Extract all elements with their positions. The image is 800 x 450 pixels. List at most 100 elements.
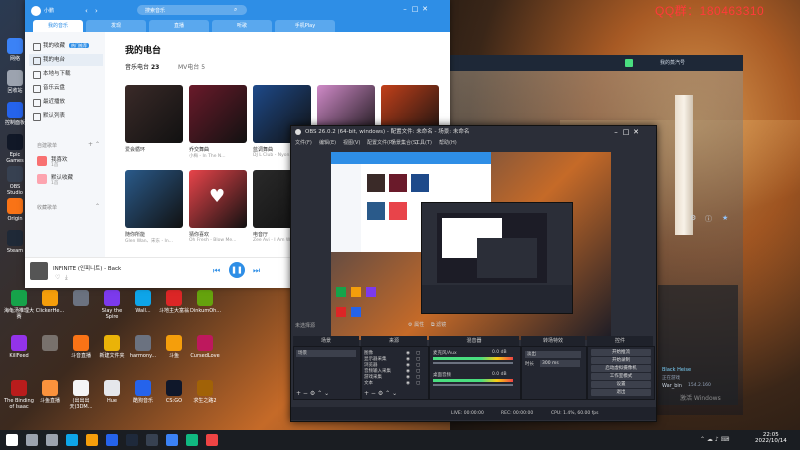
music-taskbar-icon[interactable] [106,434,118,446]
game-taskbar-icon[interactable] [206,434,218,446]
sidebar-item[interactable]: 最近播放 [29,96,103,108]
steam-friends-panel[interactable]: Black Heise 正在游戏 War_bin 154.2.160 [658,285,738,405]
radio-card[interactable]: ♥ 猜你喜欢 Oh Fresh - Blow Me... [189,170,247,250]
close-icon[interactable]: ✕ [631,126,641,138]
obs-menu-item[interactable]: 工具(T) [415,138,432,149]
radio-card[interactable]: 随你所能 Glen Wan、宋东 - In... [125,170,183,250]
avatar[interactable] [31,6,41,16]
desktop-shortcut[interactable]: 酷狗音乐 [128,380,158,404]
forward-icon[interactable]: › [95,7,98,15]
radio-card[interactable]: 爱会循环 [125,85,183,165]
desktop-shortcut[interactable]: DinkumOh... [190,290,221,314]
desktop-shortcut[interactable]: KillFeed [4,335,34,359]
add-playlist-icon[interactable]: + [88,141,93,148]
desktop-shortcut[interactable] [66,290,96,308]
control-button[interactable]: 设置 [591,381,651,388]
sidebar-item[interactable]: 我的电台 [29,54,103,66]
desktop-shortcut[interactable]: Slay the Spire [97,290,127,320]
star-icon[interactable]: ★ [722,214,728,222]
volume-slider[interactable] [433,362,513,364]
scene-toolbar[interactable]: + − ⚙ ⌃ ⌄ [296,390,329,397]
source-item[interactable]: 文本 ◉ ▢ [364,380,424,387]
music-tab[interactable]: 手机Play [275,20,335,32]
window-controls[interactable]: – □ ✕ [400,5,430,13]
lock-icon[interactable]: ▢ [416,380,420,387]
obs-menu-item[interactable]: 帮助(H) [439,138,457,149]
radio-cover[interactable] [125,170,183,228]
download-icon[interactable]: ⤓ [65,274,68,282]
obs-menu-item[interactable]: 编辑(E) [319,138,336,149]
desktop-shortcut[interactable]: 斗鱼 [159,335,189,359]
music-top-bar[interactable]: 小鹏 ‹ › 搜索音乐 ⌕ – □ ✕ 我的音乐 发现 直播 听歌 手机Play [25,0,450,32]
obs-taskbar-icon[interactable] [146,434,158,446]
info-icon[interactable]: ⓘ [705,214,712,224]
sidebar-item[interactable]: 音乐云盘 [29,82,103,94]
back-icon[interactable]: ‹ [85,7,88,15]
desktop-shortcut[interactable]: The Binding of Isaac [4,380,34,410]
tab-music-radio[interactable]: 音乐电台 23 [125,62,159,71]
controls-dock[interactable]: 开始推流 开始录制 启动虚拟摄像机 工作室模式 设置 退出 [587,346,655,400]
control-button[interactable]: 启动虚拟摄像机 [591,365,651,372]
desktop-shortcut[interactable]: ClickerHe... [35,290,65,314]
previous-icon[interactable]: ⏮ [213,266,220,276]
minimize-icon[interactable]: – [400,5,410,13]
edge-taskbar-icon[interactable] [66,434,78,446]
desktop-shortcut[interactable]: 斗音直播 [66,335,96,359]
music-tab[interactable]: 发现 [86,20,146,32]
sidebar-item[interactable]: 本地与下载 [29,68,103,80]
duration-input[interactable]: 300 ms [540,360,580,367]
volume-slider[interactable] [433,384,513,386]
file-explorer-taskbar-icon[interactable] [86,434,98,446]
pause-button[interactable]: ❚❚ [229,262,245,278]
minimize-icon[interactable]: – [611,126,621,138]
transitions-dock[interactable]: 淡出 时长 300 ms [521,346,587,400]
scene-item[interactable]: 场景 [296,350,356,357]
friend-name[interactable]: War_bin [662,383,682,389]
playlist-item[interactable]: 默认收藏 1首 [37,172,101,188]
music-tab[interactable]: 我的音乐 [33,20,83,32]
sources-dock[interactable]: 图像 ◉ ▢ 显示器采集 ◉ ▢ 浏览器 ◉ ▢ 音频输入采集 ◉ ▢ 游戏采集 ◉ ▢ 文本 ◉ ▢ + − ⚙ … [361,346,429,400]
collapse-icon[interactable]: ⌃ [95,203,100,210]
now-playing-cover[interactable] [30,262,48,280]
mixer-dock[interactable]: 麦克风/Aux 0.0 dB 桌面音频 0.0 dB [429,346,521,400]
desktop-shortcut[interactable]: 斗地主大富翁 [159,290,189,314]
desktop-shortcut[interactable]: (出出出天)3DM... [66,380,96,410]
eye-icon[interactable]: ◉ [406,380,410,387]
control-button[interactable]: 开始推流 [591,349,651,356]
desktop-shortcut[interactable]: Wall... [128,290,158,314]
close-icon[interactable]: ✕ [420,5,430,13]
desktop-shortcut[interactable]: 海龟汤推理大赛 [4,290,34,320]
radio-card[interactable]: 乔交舞曲 小梅 - In The N... [189,85,247,165]
sidebar-item[interactable]: 我的收藏 热门推荐 [29,40,103,52]
heart-icon[interactable]: ♡ [55,274,60,281]
now-playing-title[interactable]: INFINITE (인피니트) - Back [53,264,121,272]
clock[interactable]: 22:05 2022/10/14 [755,432,787,444]
scenes-dock[interactable]: 场景 + − ⚙ ⌃ ⌄ [293,346,361,400]
search-icon[interactable]: ⌕ [234,6,237,14]
radio-cover[interactable] [189,85,247,143]
friend-name[interactable]: Black Heise [662,367,691,373]
start-button-taskbar-icon[interactable] [6,434,18,446]
desktop-shortcut[interactable] [35,335,65,353]
control-button[interactable]: 退出 [591,389,651,396]
music-tab[interactable]: 听歌 [212,20,272,32]
tab-mv-radio[interactable]: MV电台 5 [178,62,205,71]
edge2-taskbar-icon[interactable] [186,434,198,446]
username[interactable]: 小鹏 [44,7,54,14]
radio-cover[interactable] [125,85,183,143]
filters-button[interactable]: ⧉ 滤镜 [431,321,446,328]
search-taskbar-icon[interactable] [26,434,38,446]
qq-taskbar-icon[interactable] [166,434,178,446]
control-button[interactable]: 工作室模式 [591,373,651,380]
desktop-shortcut[interactable]: CS:GO [159,380,189,404]
source-toolbar[interactable]: + − ⚙ ⌃ ⌄ [364,390,397,397]
desktop-shortcut[interactable]: 求生之路2 [190,380,220,404]
collapse-icon[interactable]: ⌃ [95,141,100,148]
playlist-item[interactable]: 我喜欢 1首 [37,154,101,170]
obs-menu-item[interactable]: 文件(F) [295,138,312,149]
tray-icons[interactable]: ⌃ ☁ ♪ ⌨ [700,436,729,443]
desktop-shortcut[interactable]: 斗鱼直播 [35,380,65,404]
obs-title-bar[interactable]: OBS 26.0.2 (64-bit, windows) - 配置文件: 未命名… [291,126,656,138]
steam-taskbar-icon[interactable] [126,434,138,446]
radio-cover[interactable]: ♥ [189,170,247,228]
